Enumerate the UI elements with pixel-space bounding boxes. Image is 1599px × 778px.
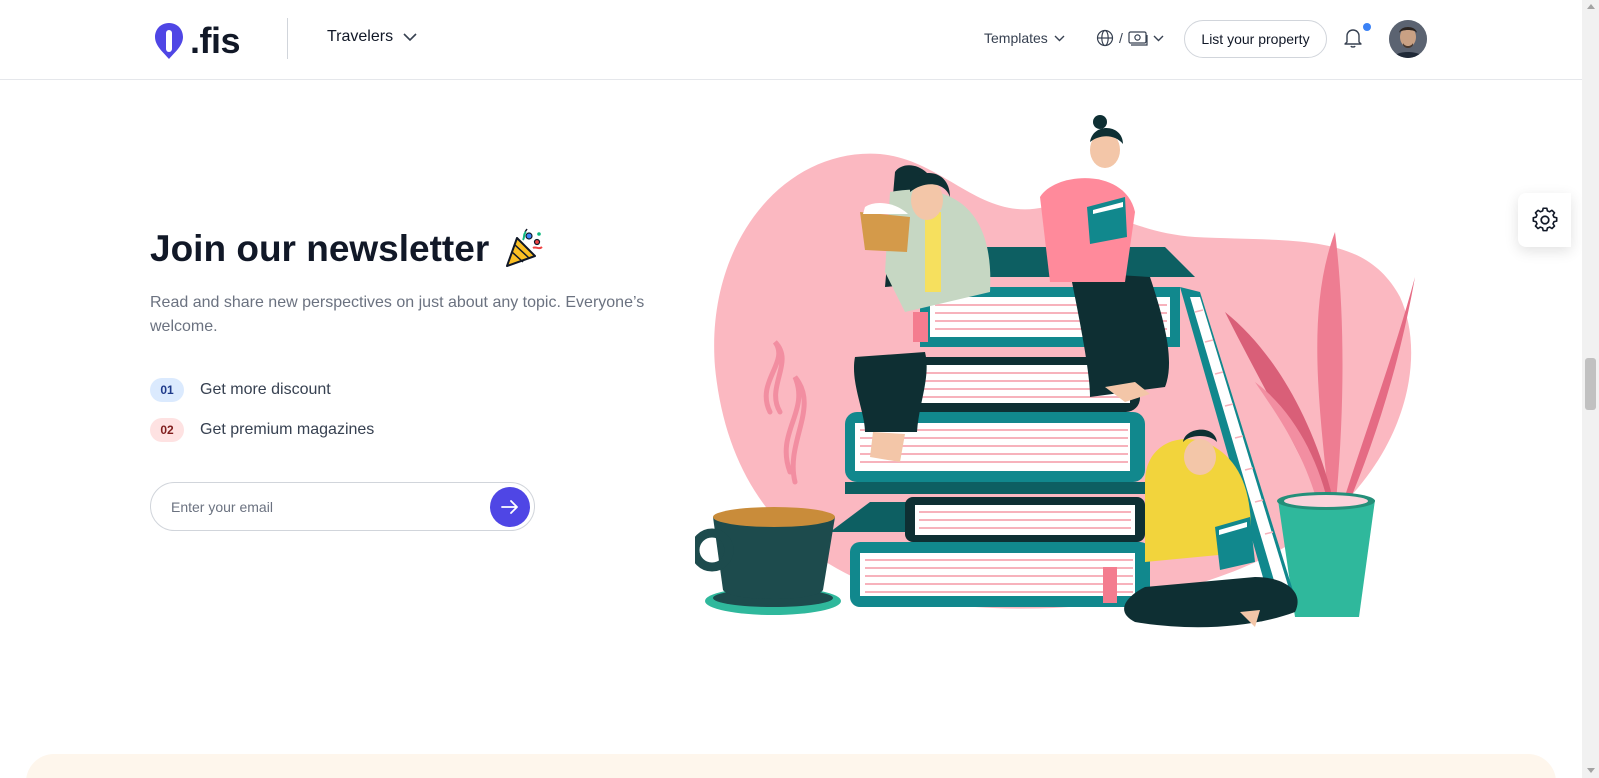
avatar-image <box>1389 20 1427 58</box>
logo[interactable]: .fis <box>154 20 241 62</box>
chevron-down-icon <box>1153 35 1164 41</box>
arrow-right-icon <box>501 500 518 514</box>
globe-icon <box>1096 29 1114 47</box>
chevron-down-icon <box>1054 35 1065 41</box>
feature-item: 02 Get premium magazines <box>150 418 374 442</box>
settings-panel-button[interactable] <box>1518 193 1571 247</box>
party-popper-icon <box>506 228 543 267</box>
logo-mark-icon <box>155 23 183 59</box>
top-navbar: .fis Travelers Templates / List your pro… <box>0 0 1582 80</box>
email-input[interactable] <box>171 495 471 519</box>
list-your-property-button[interactable]: List your property <box>1184 20 1327 58</box>
feature-number-badge: 02 <box>150 418 184 442</box>
subscribe-button[interactable] <box>490 487 530 527</box>
travelers-menu[interactable]: Travelers <box>327 28 417 46</box>
currency-icon <box>1128 31 1148 46</box>
logo-text: .fis <box>190 20 241 61</box>
feature-label: Get more discount <box>200 381 331 398</box>
travelers-menu-label: Travelers <box>327 28 394 45</box>
newsletter-description: Read and share new perspectives on just … <box>150 294 645 335</box>
header-divider <box>287 18 288 59</box>
lang-separator: / <box>1119 30 1123 46</box>
reading-people-illustration <box>695 115 1415 628</box>
next-section-background <box>26 754 1556 778</box>
notifications-button[interactable] <box>1343 27 1363 54</box>
scroll-up-arrow-icon[interactable] <box>1587 4 1595 9</box>
newsletter-title: Join our newsletter <box>150 228 545 270</box>
scrollbar-thumb[interactable] <box>1585 358 1596 410</box>
bell-icon <box>1344 29 1362 48</box>
language-currency-selector[interactable]: / <box>1096 29 1164 47</box>
chevron-down-icon <box>403 32 417 41</box>
gear-icon <box>1531 207 1558 232</box>
feature-number-badge: 01 <box>150 378 184 402</box>
newsletter-title-text: Join our newsletter <box>150 228 490 269</box>
feature-item: 01 Get more discount <box>150 378 331 402</box>
user-avatar[interactable] <box>1389 20 1427 58</box>
templates-menu-label: Templates <box>984 30 1048 46</box>
newsletter-form <box>150 482 535 531</box>
scroll-down-arrow-icon[interactable] <box>1587 768 1595 773</box>
templates-menu[interactable]: Templates <box>984 30 1065 46</box>
notification-dot <box>1363 23 1371 31</box>
page-scrollbar[interactable] <box>1582 0 1599 778</box>
feature-label: Get premium magazines <box>200 421 375 438</box>
